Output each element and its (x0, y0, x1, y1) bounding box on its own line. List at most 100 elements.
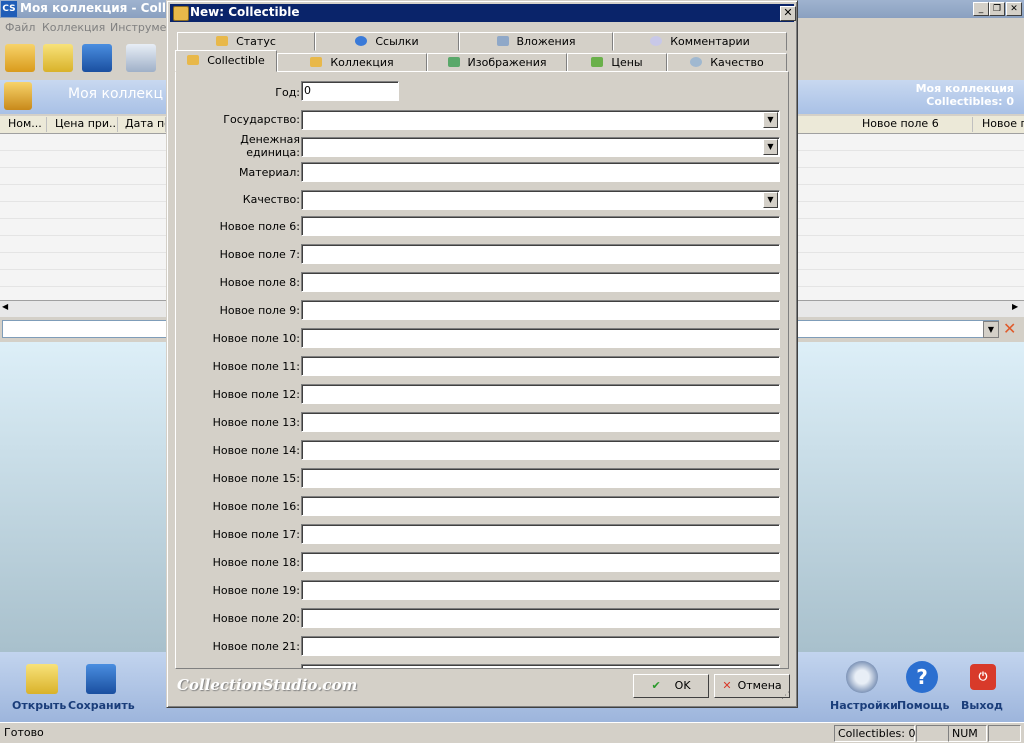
banner-collection-name: Моя коллекция (915, 82, 1014, 95)
new-field-input[interactable] (301, 524, 780, 544)
new-field-input[interactable] (301, 244, 780, 264)
status-bar: Готово Collectibles: 0 NUM (0, 722, 1024, 743)
clear-filter-icon[interactable]: ✕ (1003, 319, 1016, 338)
chevron-down-icon[interactable]: ▼ (763, 192, 778, 208)
new-field-input[interactable] (301, 384, 780, 404)
new-field-input[interactable] (301, 440, 780, 460)
new-field-input[interactable] (301, 328, 780, 348)
year-label: Год: (275, 86, 300, 99)
menu-tools[interactable]: Инструмен (110, 21, 174, 34)
checkmark-icon: ✔ (651, 679, 661, 692)
new-field-input[interactable] (301, 300, 780, 320)
new-field-label: Новое поле 14: (212, 444, 300, 457)
column-header[interactable]: Дата пок (117, 117, 166, 132)
column-header[interactable]: Новое поле 6 (854, 117, 973, 132)
tab-comments[interactable]: Комментарии (613, 32, 787, 51)
status-panel-empty (916, 725, 949, 742)
collection-book-icon (4, 82, 32, 110)
tab-status[interactable]: Статус (177, 32, 315, 51)
settings-button[interactable]: Настройки (830, 699, 898, 712)
tab-prices[interactable]: Цены (567, 53, 667, 72)
ok-button[interactable]: ✔ OK (633, 674, 709, 698)
chevron-down-icon[interactable]: ▼ (983, 321, 999, 338)
restore-icon[interactable]: ❐ (989, 2, 1005, 16)
minimize-icon[interactable]: _ (973, 2, 989, 16)
quality-select[interactable]: ▼ (301, 190, 780, 210)
chevron-down-icon[interactable]: ▼ (763, 139, 778, 155)
print-icon[interactable] (126, 44, 156, 72)
collection-book-icon[interactable] (5, 44, 35, 72)
new-field-input[interactable] (301, 552, 780, 572)
resize-grip-icon[interactable]: ⋰ (781, 691, 790, 701)
globe-icon (355, 36, 368, 46)
new-field-input[interactable] (301, 356, 780, 376)
close-icon[interactable]: ✕ (1006, 2, 1022, 16)
new-field-input[interactable] (301, 412, 780, 432)
price-tag-icon (591, 57, 604, 67)
cancel-button[interactable]: ✕ Отмена (714, 674, 790, 698)
new-field-input[interactable] (301, 496, 780, 516)
new-field-label: Новое поле 9: (219, 304, 300, 317)
dialog-title: New: Collectible (190, 5, 300, 19)
speech-bubble-icon (650, 36, 663, 46)
quality-label: Качество: (242, 193, 300, 206)
material-label: Материал: (238, 166, 300, 179)
new-field-label: Новое поле 17: (212, 528, 300, 541)
banner-title: Моя коллекц (68, 86, 164, 102)
tab-collection[interactable]: Коллекция (277, 53, 427, 72)
dialog-close-button[interactable]: ✕ (780, 6, 796, 21)
new-field-label: Новое поле 12: (212, 388, 300, 401)
help-icon[interactable]: ? (906, 661, 938, 693)
tab-collectible[interactable]: Collectible (175, 50, 277, 72)
menu-collection[interactable]: Коллекция (42, 21, 105, 34)
column-header[interactable]: Цена при... (47, 117, 118, 132)
collectible-icon (187, 55, 200, 65)
open-folder-icon[interactable] (43, 44, 73, 72)
new-field-label: Новое поле 8: (219, 276, 300, 289)
new-field-input[interactable] (301, 608, 780, 628)
new-field-input[interactable] (301, 216, 780, 236)
currency-label-line1: Денежная (240, 133, 300, 146)
new-field-input[interactable] (301, 580, 780, 600)
status-num: NUM (948, 725, 987, 742)
new-field-label: Новое поле 21: (212, 640, 300, 653)
new-field-input[interactable] (301, 664, 780, 668)
status-panel-empty (988, 725, 1021, 742)
new-field-label: Новое поле 18: (212, 556, 300, 569)
save-disk-icon[interactable] (86, 664, 116, 694)
column-header[interactable]: Ном... (0, 117, 47, 132)
new-field-input[interactable] (301, 468, 780, 488)
new-field-label: Новое поле 11: (212, 360, 300, 373)
brand-watermark: CollectionStudio.com (177, 676, 358, 694)
country-select[interactable]: ▼ (301, 110, 780, 130)
menu-file[interactable]: Файл (5, 21, 35, 34)
new-field-input[interactable] (301, 636, 780, 656)
exit-button[interactable]: Выход (961, 699, 1003, 712)
tab-attachments[interactable]: Вложения (459, 32, 613, 51)
material-input[interactable] (301, 162, 780, 182)
help-button[interactable]: Помощь (897, 699, 949, 712)
currency-select[interactable]: ▼ (301, 137, 780, 157)
open-button[interactable]: Открыть (12, 699, 66, 712)
tab-links[interactable]: Ссылки (315, 32, 459, 51)
status-count: Collectibles: 0 (834, 725, 915, 742)
tab-images[interactable]: Изображения (427, 53, 567, 72)
country-label: Государство: (223, 113, 300, 126)
magnifier-icon (690, 57, 703, 67)
new-field-input[interactable] (301, 272, 780, 292)
tab-quality[interactable]: Качество (667, 53, 787, 72)
year-input[interactable]: 0 (301, 81, 399, 101)
new-field-label: Новое поле 13: (212, 416, 300, 429)
new-collectible-dialog: New: Collectible ✕ Статус Ссылки Вложени… (166, 0, 798, 708)
gear-icon[interactable] (846, 661, 878, 693)
new-field-label: Новое поле 19: (212, 584, 300, 597)
save-disk-icon[interactable] (82, 44, 112, 72)
chevron-down-icon[interactable]: ▼ (763, 112, 778, 128)
power-icon[interactable]: ⏻ (970, 664, 996, 690)
scroll-left-icon[interactable]: ◀ (2, 302, 8, 311)
collection-book-icon (310, 57, 323, 67)
save-button[interactable]: Сохранить (68, 699, 135, 712)
column-header[interactable]: Новое п (974, 117, 1024, 132)
scroll-right-icon[interactable]: ▶ (1012, 302, 1018, 311)
open-folder-icon[interactable] (26, 664, 58, 694)
